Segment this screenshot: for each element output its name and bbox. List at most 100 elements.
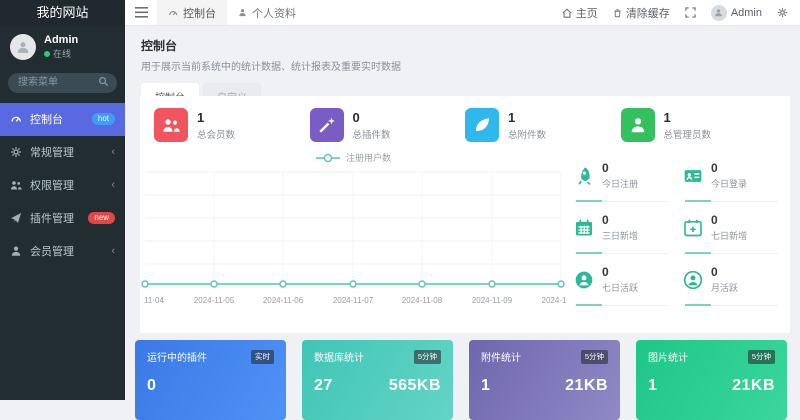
- hamburger-icon[interactable]: [125, 0, 157, 25]
- mini-stat-3day-new: 0 三日新增: [574, 202, 669, 254]
- home-icon: [562, 8, 572, 18]
- card-value: 27: [314, 377, 333, 395]
- card-title: 图片统计: [648, 349, 688, 364]
- grid-vertical: [214, 172, 561, 287]
- x-tick: 2024-11-05: [194, 296, 234, 305]
- user-circle-icon: [574, 270, 594, 290]
- navbar-tab-dashboard[interactable]: 控制台: [157, 0, 227, 25]
- stat-card-admins: 1 总管理员数: [621, 108, 777, 142]
- user-name: Admin: [44, 34, 78, 47]
- clear-cache-label: 清除缓存: [626, 5, 670, 21]
- x-tick: 11-04: [144, 296, 164, 305]
- card-value: 1: [481, 377, 490, 395]
- sidebar-item-label: 插件管理: [30, 210, 81, 226]
- sidebar-item-permissions[interactable]: 权限管理 ‹: [0, 169, 125, 202]
- x-tick: 2024-11-09: [472, 296, 512, 305]
- sidebar-search: [8, 72, 117, 93]
- card-title: 附件统计: [481, 349, 521, 364]
- card-value-right: 565KB: [389, 377, 441, 395]
- mini-value: 0: [602, 161, 638, 175]
- stat-value: 1: [197, 110, 235, 125]
- tab-label: 控制台: [183, 5, 216, 21]
- stat-card-attachments: 1 总附件数: [465, 108, 621, 142]
- home-label: 主页: [576, 5, 598, 21]
- chart-legend[interactable]: 注册用户数: [316, 152, 391, 163]
- mini-stat-7day-new: 0 七日新增: [683, 202, 778, 254]
- stat-value: 0: [353, 110, 391, 125]
- mini-label: 今日注册: [602, 177, 638, 190]
- search-icon[interactable]: [98, 76, 109, 87]
- tab-label: 个人资料: [252, 5, 296, 21]
- users-icon: [10, 179, 23, 191]
- mini-label: 七日新增: [711, 229, 747, 242]
- card-running-plugins: 运行中的插件 实时 0: [135, 340, 286, 420]
- page-subtitle: 用于展示当前系统中的统计数据、统计报表及重要实时数据: [141, 58, 784, 73]
- navbar-tab-profile[interactable]: 个人资料: [227, 0, 307, 25]
- legend-label: 注册用户数: [346, 152, 391, 163]
- navbar-actions: 主页 清除缓存 Admin: [562, 0, 800, 25]
- mini-stats-grid: 0 今日注册 0 今日登录 0 三日新增 0 七日新增 0 七日活跃: [568, 142, 790, 308]
- rocket-icon: [574, 166, 594, 186]
- online-dot-icon: [44, 51, 50, 57]
- stat-label: 总插件数: [353, 127, 391, 141]
- user-avatar[interactable]: [10, 34, 36, 60]
- chevron-left-icon: ‹: [111, 146, 115, 158]
- card-title: 运行中的插件: [147, 349, 207, 364]
- sidebar-item-label: 常规管理: [30, 144, 104, 160]
- fullscreen-button[interactable]: [685, 7, 696, 18]
- panel-lower: 注册用户数: [140, 142, 790, 308]
- stat-card-plugins: 0 总插件数: [310, 108, 466, 142]
- mini-label: 今日登录: [711, 177, 747, 190]
- chevron-left-icon: ‹: [111, 245, 115, 257]
- mini-value: 0: [602, 265, 638, 279]
- stat-value: 1: [508, 110, 546, 125]
- card-value: 0: [147, 377, 156, 395]
- clear-cache-button[interactable]: 清除缓存: [613, 5, 670, 21]
- user-menu[interactable]: Admin: [711, 5, 762, 21]
- user-icon: [10, 245, 23, 257]
- page-title: 控制台: [141, 37, 784, 54]
- sidebar-item-label: 会员管理: [30, 243, 104, 259]
- user-icon: [621, 108, 655, 142]
- sidebar: 我的网站 Admin 在线 控制台 hot 常规管理 ‹: [0, 0, 125, 400]
- card-value-right: 21KB: [565, 377, 608, 395]
- user-profile: Admin 在线: [0, 26, 125, 66]
- mini-label: 月活跃: [711, 281, 738, 294]
- calendar-icon: [574, 218, 594, 238]
- mini-value: 0: [602, 213, 638, 227]
- dashboard-panel: 1 总会员数 0 总插件数 1 总附件数 1 总管理员数: [140, 96, 790, 333]
- sidebar-item-label: 权限管理: [30, 177, 104, 193]
- card-value-right: 21KB: [732, 377, 775, 395]
- stat-value: 1: [664, 110, 712, 125]
- mini-label: 七日活跃: [602, 281, 638, 294]
- sidebar-item-general[interactable]: 常规管理 ‹: [0, 136, 125, 169]
- dashboard-icon: [10, 113, 23, 125]
- home-button[interactable]: 主页: [562, 5, 598, 21]
- top-navbar: 控制台 个人资料 主页 清除缓存 Admin: [125, 0, 800, 26]
- sidebar-item-members[interactable]: 会员管理 ‹: [0, 235, 125, 268]
- interval-badge: 5分钟: [581, 350, 608, 364]
- card-attachment-stats: 附件统计 5分钟 1 21KB: [469, 340, 620, 420]
- sidebar-menu: 控制台 hot 常规管理 ‹ 权限管理 ‹ 插件管理 new 会员管理 ‹: [0, 103, 125, 268]
- sidebar-item-dashboard[interactable]: 控制台 hot: [0, 103, 125, 136]
- mini-stat-month-active: 0 月活跃: [683, 254, 778, 306]
- id-card-icon: [683, 166, 703, 186]
- expand-icon: [685, 7, 696, 18]
- bottom-cards-row: 运行中的插件 实时 0 数据库统计 5分钟 27 565KB 附件统计 5分钟 …: [135, 340, 787, 420]
- sidebar-item-plugins[interactable]: 插件管理 new: [0, 202, 125, 235]
- dashboard-icon: [168, 8, 178, 18]
- x-tick: 2024-11-08: [402, 296, 442, 305]
- x-tick: 2024-1: [542, 296, 567, 305]
- mini-value: 0: [711, 161, 747, 175]
- stat-card-members: 1 总会员数: [154, 108, 310, 142]
- magic-wand-icon: [310, 108, 344, 142]
- user-status: 在线: [44, 47, 78, 60]
- person-icon: [16, 40, 30, 54]
- settings-button[interactable]: [777, 7, 788, 18]
- status-label: 在线: [53, 47, 71, 60]
- x-tick: 2024-11-07: [333, 296, 373, 305]
- interval-badge: 5分钟: [414, 350, 441, 364]
- stat-label: 总管理员数: [664, 127, 712, 141]
- new-badge: new: [88, 212, 115, 224]
- chart-x-axis: 11-04 2024-11-05 2024-11-06 2024-11-07 2…: [140, 296, 568, 308]
